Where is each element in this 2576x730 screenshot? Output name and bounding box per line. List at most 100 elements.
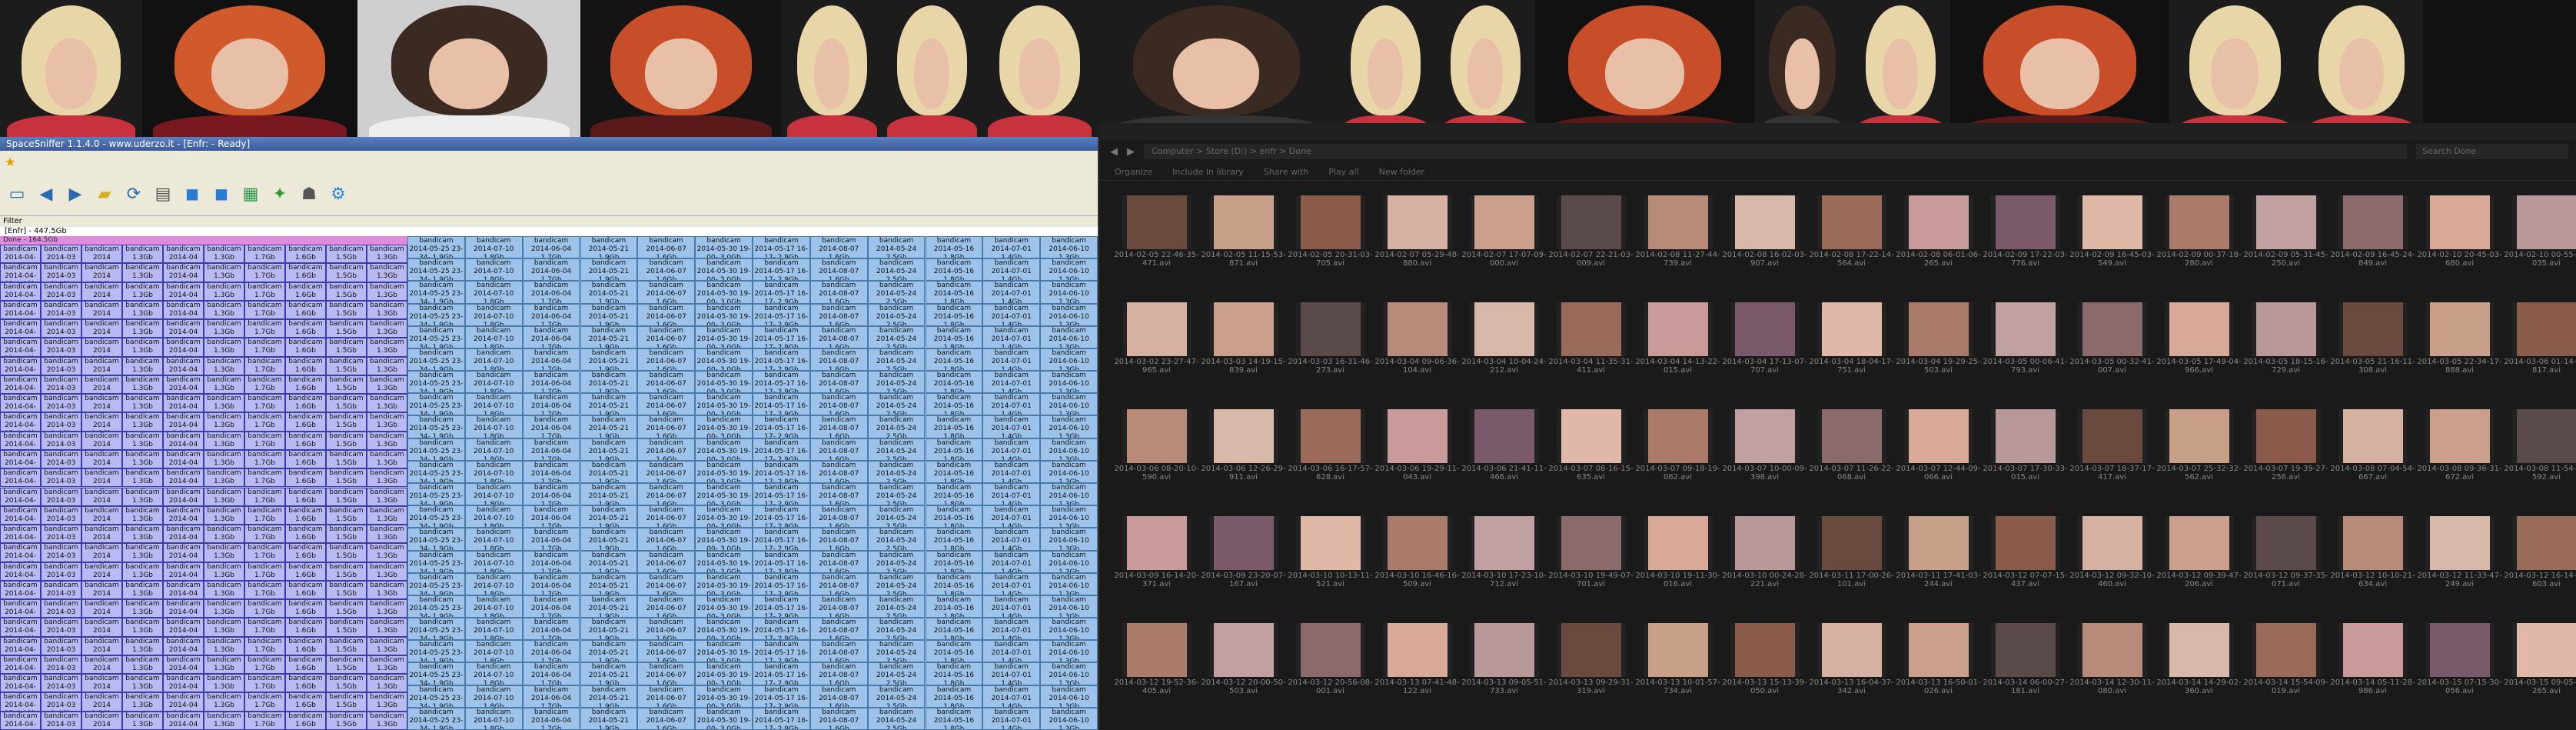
treemap-file-box[interactable]: bandicam 1.3Gb — [122, 245, 163, 264]
treemap-file-box[interactable]: bandicam 2014-06-04 1.7Gb — [522, 460, 580, 483]
treemap-file-box[interactable]: bandicam 2014-05-24 2.5Gb — [867, 640, 926, 663]
treemap-file-box[interactable]: bandicam 2014-05-24 2.5Gb — [867, 236, 926, 259]
treemap-file-box[interactable]: bandicam 2014-04 2.9Gb — [163, 599, 204, 618]
treemap-file-box[interactable]: bandicam 2014-05-21 1.9Gb — [580, 640, 638, 663]
treemap-file-box[interactable]: bandicam 1.5Gb — [326, 487, 367, 506]
treemap-file-box[interactable]: bandicam 2014-06-10 1.3Gb — [1040, 415, 1098, 438]
treemap-file-box[interactable]: bandicam 2014-05-16 1.8Gb — [925, 393, 983, 416]
file-item[interactable]: 2014-03-04 14-13-22-015.avi — [1634, 299, 1721, 406]
treemap-file-box[interactable]: bandicam 1.5Gb — [326, 300, 367, 320]
treemap-file-box[interactable]: bandicam 2014-04-25 4.4Gb — [0, 356, 41, 375]
file-item[interactable]: 2014-03-09 23-20-07-167.avi — [1200, 513, 1287, 620]
treemap-file-box[interactable]: bandicam 2014-07-01 1.4Gb — [982, 460, 1041, 483]
file-item[interactable]: 2014-03-10 19-11-30-016.avi — [1634, 513, 1721, 620]
treemap-file-box[interactable]: bandicam 2014-05-17 16-17- 2.9Gb — [753, 505, 810, 528]
treemap-file-box[interactable]: bandicam 2014-05-25 23-34- 1.9Gb — [407, 258, 465, 282]
treemap-file-box[interactable]: bandicam 2014-06-07 1.6Gb — [637, 258, 696, 282]
treemap-file-box[interactable]: bandicam 2014 1.2Gb — [81, 636, 122, 655]
treemap-file-box[interactable]: bandicam 1.5Gb — [326, 412, 367, 432]
treemap-file-box[interactable]: bandicam 1.3Gb — [204, 692, 244, 712]
treemap-file-box[interactable]: bandicam 2014-05-21 1.9Gb — [580, 258, 638, 282]
file-item[interactable]: 2014-02-07 22-21-03-009.avi — [1547, 192, 1634, 299]
treemap-file-box[interactable]: bandicam 2014-05-30 19-00- 3.0Gb — [695, 281, 753, 304]
treemap-file-box[interactable]: bandicam 2014-04 2.9Gb — [163, 636, 204, 655]
treemap-file-box[interactable]: bandicam 2014-05-30 19-00- 3.0Gb — [695, 662, 753, 685]
treemap-file-box[interactable]: bandicam 2014-05-30 19-00- 3.0Gb — [695, 572, 753, 595]
treemap-file-box[interactable]: bandicam 2014-08-07 1.6Gb — [809, 258, 868, 282]
treemap-file-box[interactable]: bandicam 2014-06-04 1.7Gb — [522, 303, 580, 326]
treemap-file-box[interactable]: bandicam 2014-06-07 1.6Gb — [637, 707, 696, 730]
treemap-file-box[interactable]: bandicam 2014-08-07 1.6Gb — [809, 640, 868, 663]
treemap-file-box[interactable]: bandicam 2014-03 1.4Gb — [41, 505, 81, 525]
treemap-file-box[interactable]: bandicam 1.5Gb — [326, 375, 367, 395]
treemap-file-box[interactable]: bandicam 2014-05-21 1.9Gb — [580, 236, 638, 259]
treemap-file-box[interactable]: bandicam 1.3Gb — [122, 412, 163, 432]
treemap-file-box[interactable]: bandicam 1.3Gb — [122, 300, 163, 320]
file-item[interactable]: 2014-03-04 18-04-17-751.avi — [1808, 299, 1895, 406]
treemap-file-box[interactable]: bandicam 2014-07-01 1.4Gb — [982, 348, 1041, 372]
file-item[interactable]: 2014-02-08 11-27-44-739.avi — [1634, 192, 1721, 299]
file-item[interactable]: 2014-03-12 11-33-47-249.avi — [2416, 513, 2503, 620]
treemap-file-box[interactable]: bandicam 2014-08-07 1.6Gb — [809, 572, 868, 595]
treemap-file-box[interactable]: bandicam 2014-07-01 1.4Gb — [982, 483, 1041, 506]
treemap-file-box[interactable]: bandicam 2014-03 1.4Gb — [41, 300, 81, 320]
command-organize[interactable]: Organize — [1115, 167, 1152, 177]
treemap-file-box[interactable]: bandicam 1.3Gb — [204, 618, 244, 637]
treemap-file-box[interactable]: bandicam 2014-06-10 1.3Gb — [1040, 595, 1098, 618]
treemap-file-box[interactable]: bandicam 1.5Gb — [326, 505, 367, 525]
treemap-file-box[interactable]: bandicam 1.3Gb — [122, 394, 163, 413]
treemap-file-box[interactable]: bandicam 2014-07-10 1.8Gb — [464, 662, 523, 685]
treemap-file-box[interactable]: bandicam 1.7Gb — [244, 431, 285, 450]
treemap-file-box[interactable]: bandicam 2014-04 2.9Gb — [163, 711, 204, 730]
treemap-file-box[interactable]: bandicam 2014-03 1.4Gb — [41, 449, 81, 469]
treemap-file-box[interactable]: bandicam 2014-08-07 1.6Gb — [809, 393, 868, 416]
treemap-file-box[interactable]: bandicam 2014 1.2Gb — [81, 618, 122, 637]
treemap-file-box[interactable]: bandicam 1.6Gb — [285, 636, 326, 655]
treemap-file-box[interactable]: bandicam 2014-06-07 1.6Gb — [637, 415, 696, 438]
treemap-file-box[interactable]: bandicam 2014-05-30 19-00- 3.0Gb — [695, 550, 753, 573]
treemap-file-box[interactable]: bandicam 1.7Gb — [244, 412, 285, 432]
treemap-file-box[interactable]: bandicam 2014-07-10 1.8Gb — [464, 572, 523, 595]
treemap-file-box[interactable]: bandicam 2014-05-17 16-17- 2.9Gb — [753, 707, 810, 730]
treemap-file-box[interactable]: bandicam 2014-05-30 19-00- 3.0Gb — [695, 640, 753, 663]
treemap-file-box[interactable]: bandicam 2014-05-16 1.8Gb — [925, 640, 983, 663]
treemap-file-box[interactable]: bandicam 1.5Gb — [326, 655, 367, 675]
file-item[interactable]: 2014-03-11 17-41-03-244.avi — [1895, 513, 1982, 620]
treemap-file-box[interactable]: bandicam 2014-05-30 19-00- 3.0Gb — [695, 303, 753, 326]
file-item[interactable]: 2014-03-08 09-36-31-672.avi — [2416, 406, 2503, 513]
file-item[interactable]: 2014-03-10 19-49-07-701.avi — [1547, 513, 1634, 620]
treemap-file-box[interactable]: bandicam 2014-05-24 2.5Gb — [867, 662, 926, 685]
treemap-file-box[interactable]: bandicam 2014-08-07 1.6Gb — [809, 460, 868, 483]
treemap-file-box[interactable]: bandicam 2014-05-25 23-34- 1.9Gb — [407, 662, 465, 685]
treemap-file-box[interactable]: bandicam 1.6Gb — [285, 711, 326, 730]
treemap-file-box[interactable]: bandicam 1.6Gb — [285, 319, 326, 338]
treemap-file-box[interactable]: bandicam 1.5Gb — [326, 319, 367, 338]
treemap-file-box[interactable]: bandicam 2014-04-25 4.4Gb — [0, 505, 41, 525]
treemap-file-box[interactable]: bandicam 1.6Gb — [285, 375, 326, 395]
file-item[interactable]: 2014-03-06 21-41-11-466.avi — [1461, 406, 1547, 513]
treemap-file-box[interactable]: bandicam 2014-05-24 2.5Gb — [867, 258, 926, 282]
treemap-file-box[interactable]: bandicam 2014-05-17 16-17- 2.9Gb — [753, 236, 810, 259]
treemap-file-box[interactable]: bandicam 2014-08-07 1.6Gb — [809, 303, 868, 326]
treemap-file-box[interactable]: bandicam 1.6Gb — [285, 543, 326, 562]
treemap-file-box[interactable]: bandicam 2014-04 2.9Gb — [163, 674, 204, 693]
treemap-file-box[interactable]: bandicam 2014-05-24 2.5Gb — [867, 685, 926, 708]
treemap-file-box[interactable]: bandicam 2014-06-07 1.6Gb — [637, 505, 696, 528]
treemap-file-box[interactable]: bandicam 2014-05-16 1.8Gb — [925, 662, 983, 685]
treemap-file-box[interactable]: bandicam 2014-03 1.4Gb — [41, 562, 81, 581]
treemap-file-box[interactable]: bandicam 1.7Gb — [244, 375, 285, 395]
treemap-file-box[interactable]: bandicam 2014-05-17 16-17- 2.9Gb — [753, 483, 810, 506]
treemap-file-box[interactable]: bandicam 2014-06-10 1.3Gb — [1040, 707, 1098, 730]
treemap-file-box[interactable]: bandicam 2014-04 2.9Gb — [163, 618, 204, 637]
file-item[interactable]: 2014-03-12 19-52-36-405.avi — [1113, 620, 1200, 727]
treemap-file-box[interactable]: bandicam 2014-04-25 4.4Gb — [0, 394, 41, 413]
treemap-file-box[interactable]: bandicam 2014-03 1.4Gb — [41, 711, 81, 730]
treemap-file-box[interactable]: bandicam 1.3Gb — [204, 375, 244, 395]
treemap-file-box[interactable]: bandicam 2014-06-04 1.7Gb — [522, 640, 580, 663]
treemap-file-box[interactable]: bandicam 1.7Gb — [244, 525, 285, 544]
treemap-file-box[interactable]: bandicam 1.3Gb — [204, 300, 244, 320]
treemap-file-box[interactable]: bandicam 2014-05-16 1.8Gb — [925, 707, 983, 730]
treemap-file-box[interactable]: bandicam 2014-05-24 2.5Gb — [867, 371, 926, 394]
treemap-file-box[interactable]: bandicam 2014-06-07 1.6Gb — [637, 528, 696, 551]
treemap-file-box[interactable]: bandicam 2014-03 1.4Gb — [41, 375, 81, 395]
